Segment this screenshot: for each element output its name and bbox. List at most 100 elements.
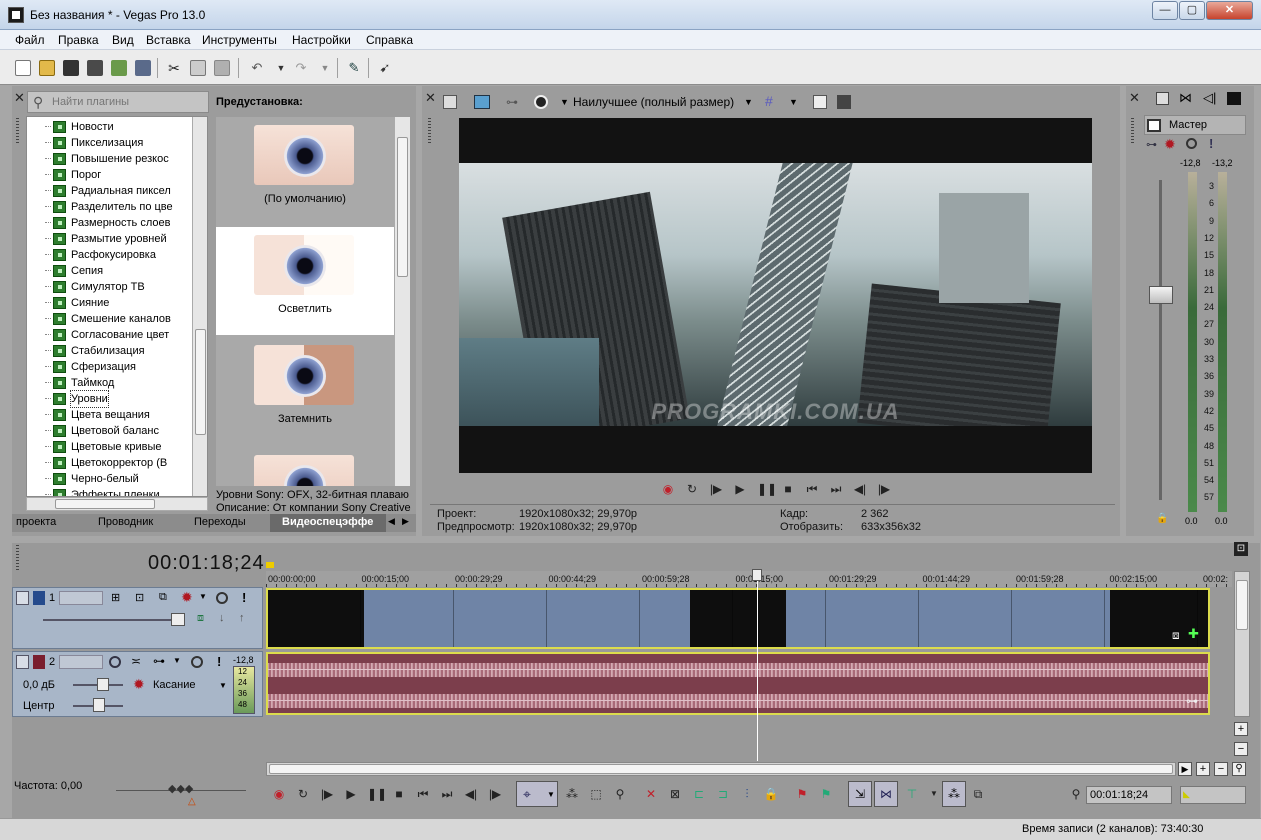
paste-icon[interactable] — [214, 60, 230, 76]
plugin-item[interactable]: Новости — [45, 119, 114, 135]
go-end-button[interactable]: ⏭ — [439, 786, 455, 802]
plugin-item[interactable]: Размытие уровней — [45, 231, 167, 247]
overlays-icon[interactable] — [534, 95, 548, 109]
dim-output-icon[interactable]: ◁| — [1203, 90, 1216, 106]
zoom-out-vertical-icon[interactable]: − — [1234, 742, 1248, 756]
timeline-hscroll[interactable] — [266, 762, 1176, 776]
audio-track-name[interactable] — [59, 655, 103, 669]
split-icon[interactable]: ⫶ — [739, 786, 755, 802]
go-start-button[interactable]: ⏮ — [415, 786, 431, 802]
edit-tool-selector[interactable]: ⌖ ▼ — [516, 781, 558, 807]
plugin-item[interactable]: Сияние — [45, 295, 109, 311]
zoom-tool-icon[interactable]: ⚲ — [1232, 762, 1246, 776]
plugin-search-input[interactable] — [52, 94, 202, 110]
lock-event-icon[interactable]: 🔒 — [763, 786, 779, 802]
master-fx-icon[interactable]: ✹ — [1164, 136, 1176, 153]
panel-grip[interactable] — [428, 118, 431, 144]
redo-icon[interactable]: ↷ — [293, 60, 309, 76]
auto-ripple-icon[interactable]: ⇲ — [848, 781, 872, 807]
go-to-end-icon[interactable]: ⏭ — [829, 482, 843, 496]
selection-length-field[interactable]: ◣ — [1180, 786, 1246, 804]
timecode-display[interactable]: 00:01:18;24 — [148, 552, 265, 575]
quality-dropdown-icon[interactable]: ▼ — [744, 97, 753, 107]
grid-dropdown-icon[interactable]: ▼ — [789, 97, 798, 107]
opacity-slider-handle[interactable] — [171, 613, 185, 626]
redo-dropdown-icon[interactable]: ▼ — [317, 60, 333, 76]
automation-dropdown-icon[interactable]: ▼ — [219, 681, 227, 690]
undo-dropdown-icon[interactable]: ▼ — [273, 60, 289, 76]
trim-end-icon[interactable]: ⊐ — [715, 786, 731, 802]
record-icon[interactable]: ◉ — [661, 482, 675, 496]
make-child-icon[interactable]: ↓ — [219, 612, 225, 624]
selection-tool-icon[interactable]: ⬚ — [588, 786, 604, 802]
stop-button[interactable]: ■ — [391, 786, 407, 802]
split-screen-icon[interactable]: ⊶ — [506, 95, 518, 109]
pause-icon[interactable]: ❚❚ — [757, 482, 777, 496]
plugin-item[interactable]: Согласование цвет — [45, 327, 169, 343]
tab-transitions[interactable]: Переходы — [194, 516, 246, 528]
plugin-item[interactable]: Порог — [45, 167, 101, 183]
pan-slider-handle[interactable] — [93, 698, 105, 712]
timeline-vscroll[interactable] — [1234, 571, 1250, 717]
menu-view[interactable]: Вид — [112, 33, 134, 47]
audio-event[interactable]: ⊶ — [266, 652, 1210, 715]
plugin-item[interactable]: Разделитель по цве — [45, 199, 173, 215]
scrollbar-thumb[interactable] — [397, 137, 408, 277]
plugin-item-selected[interactable]: Уровни — [45, 390, 109, 408]
zoom-edit-tool-icon[interactable]: ⚲ — [612, 786, 628, 802]
what-is-this-icon[interactable]: ➹ — [377, 60, 393, 76]
audio-event-fx-icon[interactable]: ⊶ — [1186, 694, 1198, 708]
external-monitor-icon[interactable] — [474, 95, 490, 109]
play-button[interactable]: ▶ — [343, 786, 359, 802]
next-frame-button[interactable]: |▶ — [487, 786, 503, 802]
tabs-left-arrow[interactable]: ◀ — [388, 516, 395, 527]
plugin-search-box[interactable]: ⚲ — [27, 91, 209, 113]
hscroll-thumb[interactable] — [269, 764, 1173, 774]
pause-button[interactable]: ❚❚ — [367, 786, 387, 802]
plugin-item[interactable]: Сферизация — [45, 359, 136, 375]
rate-slider-handle[interactable]: ◆◆◆ — [168, 782, 193, 795]
plugin-item[interactable]: Расфокусировка — [45, 247, 156, 263]
audio-fx-icon[interactable]: ⊶ — [153, 654, 165, 668]
copy-snapshot-icon[interactable] — [813, 95, 827, 109]
lock-icon[interactable]: 🔒 — [1156, 513, 1168, 524]
menu-tools[interactable]: Инструменты — [202, 33, 277, 47]
parent-track-icon[interactable]: ⧈ — [197, 612, 204, 625]
minimize-button[interactable]: — — [1152, 1, 1178, 20]
menu-help[interactable]: Справка — [366, 33, 413, 47]
volume-slider-handle[interactable] — [97, 678, 109, 691]
audio-fx-dropdown-icon[interactable]: ▼ — [173, 656, 181, 665]
video-event[interactable]: ⧈ ✚ — [266, 588, 1210, 649]
cursor-time-field[interactable]: 00:01:18;24 — [1086, 786, 1172, 804]
copy-icon[interactable] — [190, 60, 206, 76]
fx-dropdown-icon[interactable]: ▼ — [199, 592, 207, 601]
bus-fx-icon[interactable]: ⊶ — [1146, 138, 1157, 151]
panel-grip[interactable] — [16, 118, 19, 144]
undo-icon[interactable]: ↶ — [249, 60, 265, 76]
loop-icon[interactable]: ↻ — [685, 482, 699, 496]
video-track-header[interactable]: 1 ⊞ ⊡ ⧉ ✹ ▼ ! ⧈ ↓ ↑ — [12, 587, 263, 649]
properties-icon[interactable] — [135, 60, 151, 76]
automation-mode[interactable]: Касание — [153, 679, 195, 691]
playhead-cursor[interactable] — [757, 571, 758, 761]
audio-track-header[interactable]: 2 ≍ ⊶ ▼ ! -12,8 0,0 дБ ✹ Касание ▼ Центр… — [12, 651, 263, 717]
menu-file[interactable]: Файл — [15, 33, 45, 47]
video-solo-icon[interactable]: ! — [242, 590, 246, 605]
plugin-item[interactable]: Радиальная пиксел — [45, 183, 171, 199]
timeline-grip[interactable] — [16, 545, 19, 571]
composite-mode-icon[interactable]: ⊞ — [111, 591, 120, 604]
open-folder-icon[interactable] — [39, 60, 55, 76]
tab-explorer[interactable]: Проводник — [98, 516, 153, 528]
event-fx-icon[interactable]: ✚ — [1188, 626, 1199, 642]
trim-icon[interactable]: ⊠ — [667, 786, 683, 802]
track-fx-icon[interactable]: ⧉ — [159, 591, 167, 604]
trim-start-icon[interactable]: ⊏ — [691, 786, 707, 802]
video-track-name[interactable] — [59, 591, 103, 605]
mixer-properties-icon[interactable] — [1156, 92, 1169, 105]
delete-icon[interactable]: ✕ — [643, 786, 659, 802]
stop-icon[interactable]: ■ — [781, 482, 795, 496]
plugin-tree-hscroll[interactable] — [26, 497, 208, 511]
video-fx-icon[interactable]: ✹ — [181, 589, 193, 606]
enable-snapping-icon[interactable]: ✎ — [346, 60, 362, 76]
close-panel-icon[interactable]: ✕ — [1129, 91, 1140, 104]
